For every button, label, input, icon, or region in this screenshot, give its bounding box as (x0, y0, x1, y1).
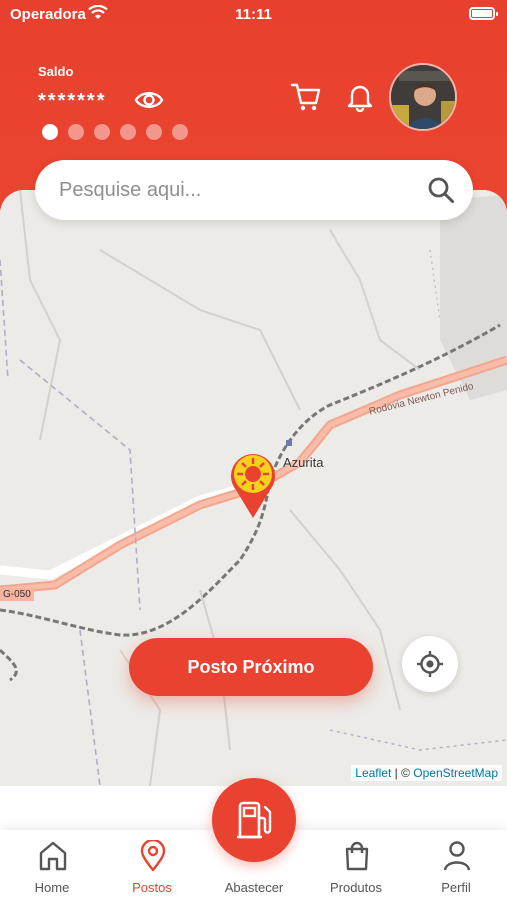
balance-value: ******* (38, 90, 107, 112)
tab-produtos[interactable]: Produtos (306, 830, 406, 900)
balance-label: Saldo (38, 64, 74, 79)
location-pin-icon (140, 840, 166, 872)
user-icon (443, 841, 471, 871)
tab-perfil[interactable]: Perfil (406, 830, 506, 900)
home-icon (39, 841, 67, 871)
carousel-dot[interactable] (120, 124, 136, 140)
eye-icon[interactable] (134, 87, 164, 113)
map-town-label: Azurita (283, 455, 324, 470)
battery-icon (469, 7, 498, 20)
tab-produtos-label: Produtos (329, 880, 383, 895)
leaflet-link[interactable]: Leaflet (355, 766, 391, 780)
search-bar[interactable] (35, 160, 473, 220)
map-attribution: Leaflet | © OpenStreetMap (351, 765, 502, 781)
bag-icon (345, 841, 369, 871)
crosshair-icon (417, 651, 443, 677)
tab-postos[interactable]: Postos (102, 830, 202, 900)
osm-link[interactable]: OpenStreetMap (413, 766, 498, 780)
nearest-station-button[interactable]: Posto Próximo (129, 638, 373, 696)
clock: 11:11 (235, 6, 272, 23)
carousel-dot[interactable] (146, 124, 162, 140)
tab-home-label: Home (34, 880, 70, 895)
locate-me-button[interactable] (402, 636, 458, 692)
map-road-code: G-050 (0, 588, 34, 601)
search-input[interactable] (59, 160, 419, 220)
carousel-dot[interactable] (68, 124, 84, 140)
tab-postos-label: Postos (132, 880, 172, 895)
carousel-indicator[interactable] (42, 124, 188, 140)
tab-abastecer-label: Abastecer (224, 880, 284, 895)
carousel-dot[interactable] (94, 124, 110, 140)
location-pin-icon[interactable] (226, 448, 280, 520)
attribution-separator: | © (391, 766, 414, 780)
tab-home[interactable]: Home (2, 830, 102, 900)
tab-abastecer[interactable] (212, 778, 296, 862)
bell-icon[interactable] (345, 82, 375, 112)
search-icon[interactable] (427, 176, 455, 204)
map[interactable] (0, 190, 507, 786)
cart-icon[interactable] (290, 82, 322, 112)
status-bar: Operadora 11:11 (0, 0, 507, 30)
avatar[interactable] (389, 63, 457, 131)
tab-perfil-label: Perfil (441, 880, 471, 895)
fuel-pump-icon (237, 801, 272, 839)
carousel-dot[interactable] (172, 124, 188, 140)
carousel-dot[interactable] (42, 124, 58, 140)
